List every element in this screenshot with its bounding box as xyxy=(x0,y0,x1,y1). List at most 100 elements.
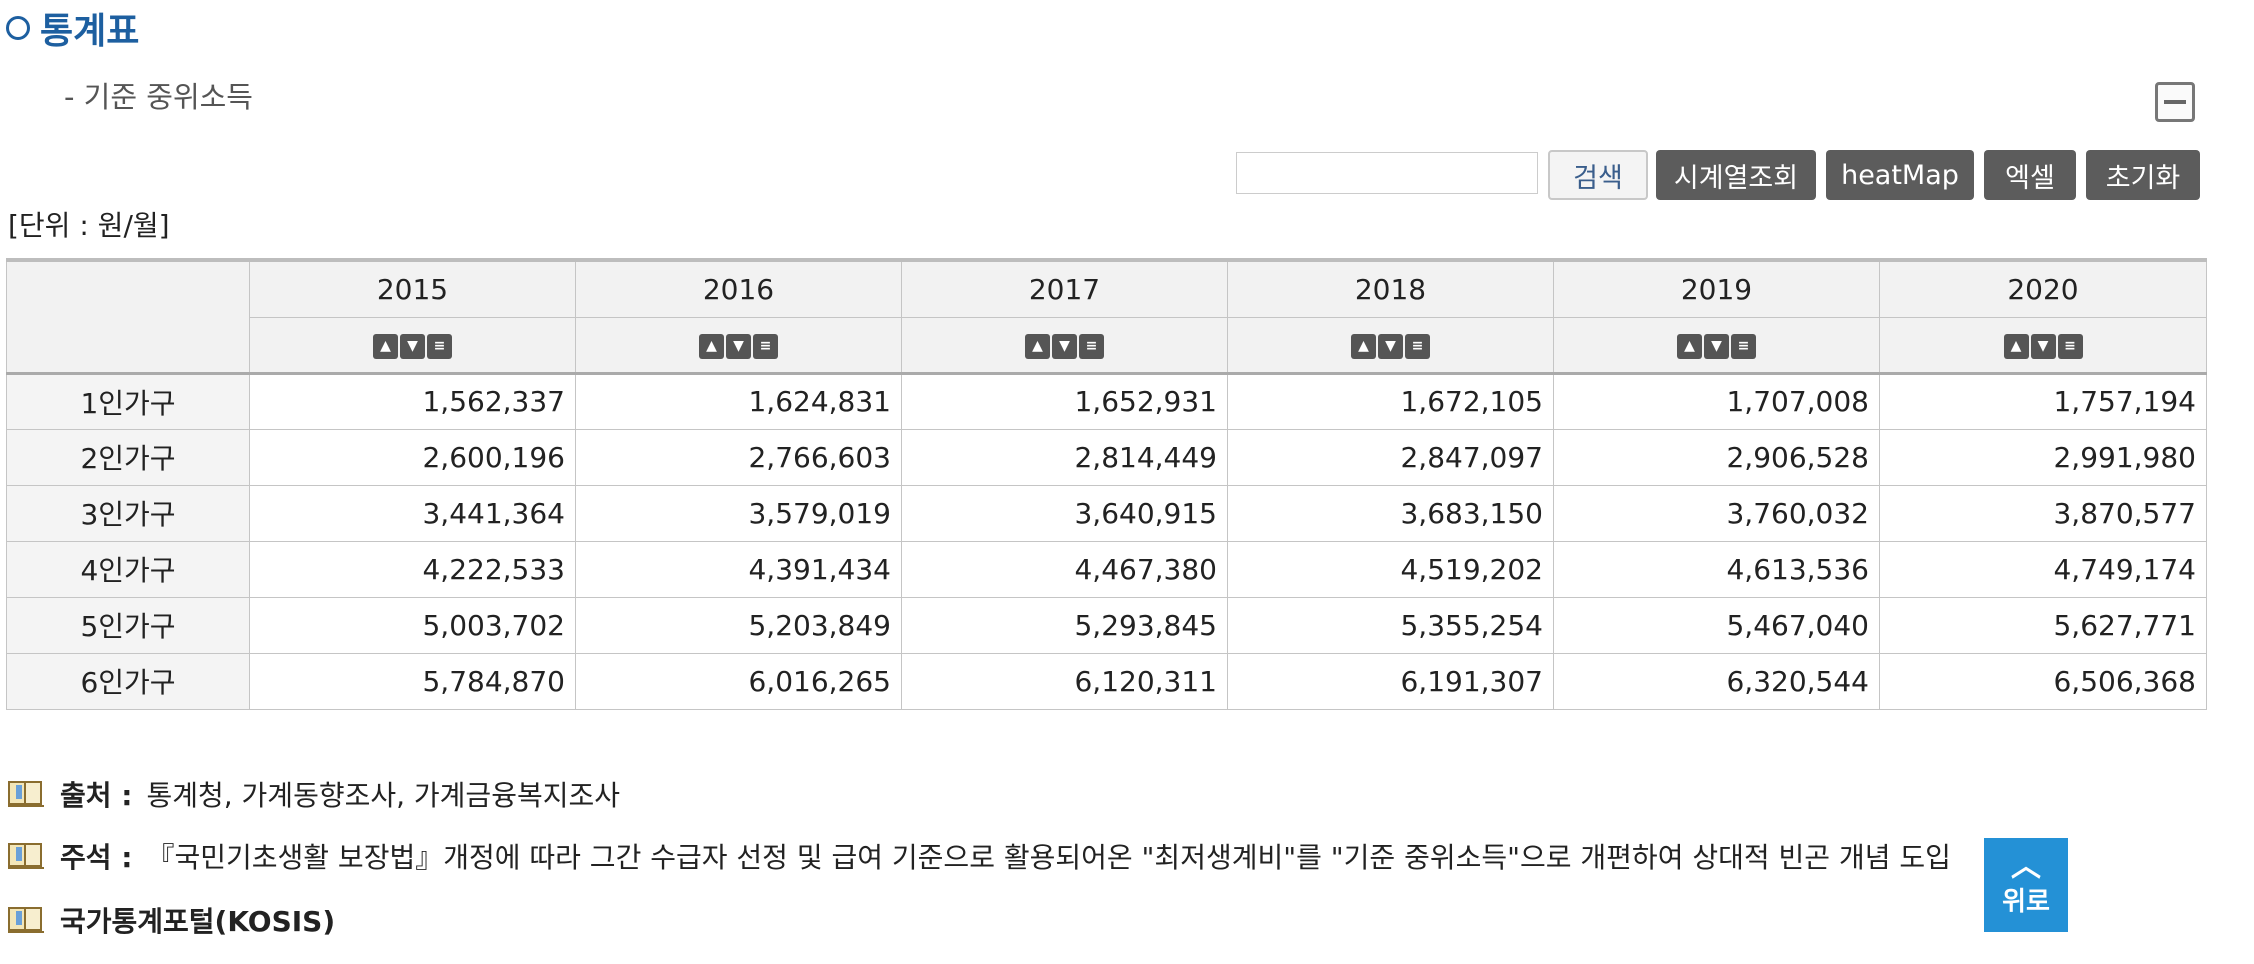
book-icon xyxy=(8,843,44,869)
table-subtitle: - 기준 중위소득 xyxy=(64,80,253,114)
table-cell: 3,683,150 xyxy=(1227,484,1554,542)
table-cell: 2,766,603 xyxy=(575,428,902,486)
menu-icon[interactable]: ≡ xyxy=(1079,333,1104,359)
sort-controls: ▲ ▼ ≡ xyxy=(575,316,902,375)
table-cell: 5,784,870 xyxy=(249,652,576,710)
table-cell: 5,467,040 xyxy=(1553,596,1880,654)
sort-asc-icon[interactable]: ▲ xyxy=(2003,333,2029,359)
menu-icon[interactable]: ≡ xyxy=(2057,333,2083,359)
sort-asc-icon[interactable]: ▲ xyxy=(1351,333,1376,359)
table-cell: 6,506,368 xyxy=(1879,652,2207,710)
table-row: 3인가구 3,441,364 3,579,019 3,640,915 3,683… xyxy=(6,484,2207,542)
column-header: 2016 xyxy=(575,258,902,318)
sort-controls: ▲ ▼ ≡ xyxy=(1879,316,2207,375)
sort-asc-icon[interactable]: ▲ xyxy=(699,333,724,359)
table-cell: 2,991,980 xyxy=(1879,428,2207,486)
table-cell: 5,003,702 xyxy=(249,596,576,654)
corner-cell xyxy=(6,258,250,375)
heatmap-button[interactable]: heatMap xyxy=(1826,150,1974,200)
sort-desc-icon[interactable]: ▼ xyxy=(1378,333,1403,359)
table-cell: 5,355,254 xyxy=(1227,596,1554,654)
row-header: 5인가구 xyxy=(6,596,250,654)
excel-button[interactable]: 엑셀 xyxy=(1984,150,2076,200)
sort-controls: ▲ ▼ ≡ xyxy=(1227,316,1554,375)
sort-desc-icon[interactable]: ▼ xyxy=(1052,333,1077,359)
unit-label: [단위 : 원/월] xyxy=(8,209,170,242)
sort-desc-icon[interactable]: ▼ xyxy=(1704,333,1729,359)
table-cell: 6,016,265 xyxy=(575,652,902,710)
menu-icon[interactable]: ≡ xyxy=(1405,333,1430,359)
table-cell: 1,757,194 xyxy=(1879,372,2207,430)
sort-controls: ▲ ▼ ≡ xyxy=(1553,316,1880,375)
book-icon xyxy=(8,907,44,933)
row-header: 3인가구 xyxy=(6,484,250,542)
kosis-link[interactable]: 국가통계포털(KOSIS) xyxy=(60,900,335,940)
column-header: 2015 xyxy=(249,258,576,318)
table-cell: 2,600,196 xyxy=(249,428,576,486)
row-header: 1인가구 xyxy=(6,372,250,430)
table-cell: 6,320,544 xyxy=(1553,652,1880,710)
sort-desc-icon[interactable]: ▼ xyxy=(400,333,425,359)
table-cell: 4,613,536 xyxy=(1553,540,1880,598)
table-cell: 1,624,831 xyxy=(575,372,902,430)
menu-icon[interactable]: ≡ xyxy=(1731,333,1756,359)
page-title: 통계표 xyxy=(40,11,140,52)
table-cell: 4,222,533 xyxy=(249,540,576,598)
table-cell: 2,847,097 xyxy=(1227,428,1554,486)
table-cell: 5,293,845 xyxy=(901,596,1228,654)
table-cell: 4,391,434 xyxy=(575,540,902,598)
row-header: 2인가구 xyxy=(6,428,250,486)
scroll-top-button[interactable]: ︿ 위로 xyxy=(1984,838,2068,932)
row-header: 4인가구 xyxy=(6,540,250,598)
sort-controls: ▲ ▼ ≡ xyxy=(249,316,576,375)
sort-controls: ▲ ▼ ≡ xyxy=(901,316,1228,375)
table-cell: 6,191,307 xyxy=(1227,652,1554,710)
menu-icon[interactable]: ≡ xyxy=(753,333,778,359)
table-cell: 3,760,032 xyxy=(1553,484,1880,542)
sort-asc-icon[interactable]: ▲ xyxy=(1025,333,1050,359)
menu-icon[interactable]: ≡ xyxy=(427,333,452,359)
table-cell: 5,203,849 xyxy=(575,596,902,654)
column-header: 2019 xyxy=(1553,258,1880,318)
table-row: 2인가구 2,600,196 2,766,603 2,814,449 2,847… xyxy=(6,428,2207,486)
column-header: 2020 xyxy=(1879,258,2207,318)
section-title: 통계표 xyxy=(6,2,139,54)
sort-asc-icon[interactable]: ▲ xyxy=(1677,333,1702,359)
stats-table: 2015 2016 2017 2018 2019 2020 ▲ ▼ ≡ ▲ ▼ ≡ ▲ ▼… xyxy=(6,258,2207,710)
kosis-note: 국가통계포털(KOSIS) xyxy=(6,900,335,940)
minus-icon xyxy=(2164,100,2186,104)
table-cell: 2,906,528 xyxy=(1553,428,1880,486)
table-cell: 1,562,337 xyxy=(249,372,576,430)
table-cell: 3,870,577 xyxy=(1879,484,2207,542)
table-cell: 1,652,931 xyxy=(901,372,1228,430)
search-button[interactable]: 검색 xyxy=(1548,150,1648,200)
row-header: 6인가구 xyxy=(6,652,250,710)
table-row: 5인가구 5,003,702 5,203,849 5,293,845 5,355… xyxy=(6,596,2207,654)
table-cell: 2,814,449 xyxy=(901,428,1228,486)
table-cell: 4,519,202 xyxy=(1227,540,1554,598)
reset-button[interactable]: 초기화 xyxy=(2086,150,2200,200)
collapse-button[interactable] xyxy=(2155,82,2195,122)
table-cell: 3,441,364 xyxy=(249,484,576,542)
table-cell: 6,120,311 xyxy=(901,652,1228,710)
table-row: 1인가구 1,562,337 1,624,831 1,652,931 1,672… xyxy=(6,372,2207,430)
comment-text: 『국민기초생활 보장법』개정에 따라 그간 수급자 선정 및 급여 기준으로 활… xyxy=(146,841,1951,874)
chevron-up-icon: ︿ xyxy=(2011,848,2041,884)
book-icon xyxy=(8,781,44,807)
table-cell: 1,707,008 xyxy=(1553,372,1880,430)
column-header: 2017 xyxy=(901,258,1228,318)
scroll-top-label: 위로 xyxy=(2002,886,2050,917)
table-cell: 4,749,174 xyxy=(1879,540,2207,598)
table-row: 6인가구 5,784,870 6,016,265 6,120,311 6,191… xyxy=(6,652,2207,710)
comment-label: 주석 : xyxy=(60,841,133,874)
sort-desc-icon[interactable]: ▼ xyxy=(2030,333,2056,359)
sort-desc-icon[interactable]: ▼ xyxy=(726,333,751,359)
table-cell: 1,672,105 xyxy=(1227,372,1554,430)
source-note: 출처 : 통계청, 가계동향조사, 가계금융복지조사 xyxy=(6,774,620,814)
search-input[interactable] xyxy=(1236,152,1538,194)
table-cell: 4,467,380 xyxy=(901,540,1228,598)
sort-asc-icon[interactable]: ▲ xyxy=(373,333,398,359)
timeseries-button[interactable]: 시계열조회 xyxy=(1656,150,1816,200)
table-cell: 3,640,915 xyxy=(901,484,1228,542)
source-text: 통계청, 가계동향조사, 가계금융복지조사 xyxy=(146,779,620,812)
